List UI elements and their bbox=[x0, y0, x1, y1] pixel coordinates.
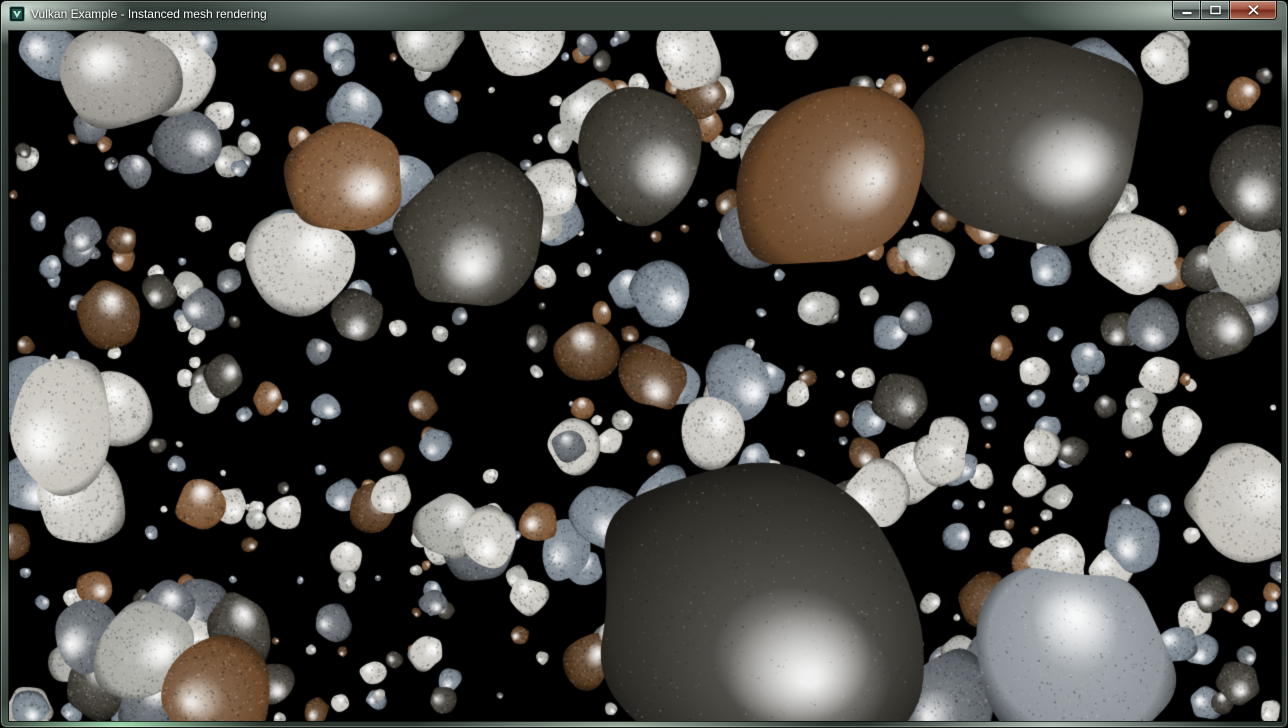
close-button[interactable] bbox=[1230, 1, 1277, 20]
app-window: Vulkan Example - Instanced mesh renderin… bbox=[0, 0, 1288, 728]
minimize-button[interactable] bbox=[1172, 1, 1201, 20]
window-controls bbox=[1172, 1, 1277, 20]
titlebar[interactable]: Vulkan Example - Instanced mesh renderin… bbox=[1, 1, 1287, 31]
app-icon[interactable] bbox=[9, 6, 25, 22]
render-viewport[interactable] bbox=[9, 31, 1281, 721]
maximize-icon bbox=[1210, 5, 1221, 15]
maximize-button[interactable] bbox=[1201, 1, 1230, 20]
minimize-icon bbox=[1182, 6, 1192, 15]
viewport-frame bbox=[9, 31, 1281, 721]
window-title: Vulkan Example - Instanced mesh renderin… bbox=[31, 8, 267, 20]
close-icon bbox=[1248, 5, 1259, 15]
